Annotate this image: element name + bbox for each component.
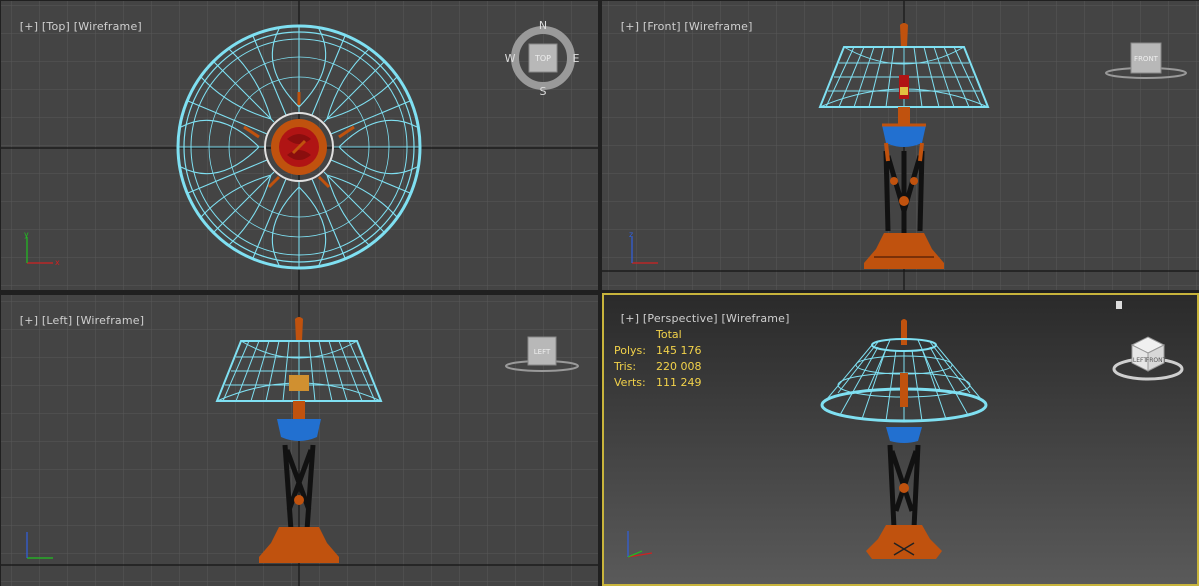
axis-label-y: y	[24, 230, 29, 239]
compass-s: S	[540, 85, 547, 98]
viewport-label-left: [+] [Left] [Wireframe]	[5, 301, 144, 340]
viewport-view-menu[interactable]: [Top]	[42, 20, 70, 33]
viewport-shading-menu[interactable]: [Wireframe]	[684, 20, 752, 33]
viewport-shading-menu[interactable]: [Wireframe]	[74, 20, 142, 33]
viewport-plus-menu[interactable]: [+]	[20, 20, 38, 33]
compass-n: N	[539, 19, 547, 32]
stats-tris-value: 220 008	[656, 360, 702, 373]
stats-verts-value: 111 249	[656, 376, 702, 389]
viewport-front[interactable]: z FRONT [+] [Front] [Wireframe]	[602, 1, 1199, 290]
viewport-label-top: [+] [Top] [Wireframe]	[5, 7, 142, 46]
compass-e: E	[573, 52, 580, 65]
viewport-shading-menu[interactable]: [Wireframe]	[722, 312, 790, 325]
viewport-top[interactable]: x y TOP N S E W [+] [Top] [Wireframe]	[1, 1, 598, 290]
viewport-label-front: [+] [Front] [Wireframe]	[606, 7, 753, 46]
viewport-plus-menu[interactable]: [+]	[621, 20, 639, 33]
viewport-view-menu[interactable]: [Front]	[643, 20, 681, 33]
viewport-perspective[interactable]: LEFT FRONT [+] [Perspective] [Wireframe]…	[602, 293, 1199, 586]
viewport-plus-menu[interactable]: [+]	[20, 314, 38, 327]
viewcube-front-face: FRONT	[1134, 55, 1159, 63]
stats-tris-label: Tris:	[614, 360, 637, 373]
compass-w: W	[505, 52, 516, 65]
viewport-view-menu[interactable]: [Perspective]	[643, 312, 718, 325]
stats-header: Total	[656, 328, 682, 341]
viewcube-persp-front-face: FRONT	[1146, 357, 1167, 364]
viewport-view-menu[interactable]: [Left]	[42, 314, 72, 327]
lamp-top-wireframe[interactable]	[176, 24, 422, 270]
viewport-shading-menu[interactable]: [Wireframe]	[76, 314, 144, 327]
stats-verts-label: Verts:	[614, 376, 646, 389]
axis-label-z: z	[629, 230, 633, 239]
home-icon	[1116, 301, 1122, 309]
stats-polys-label: Polys:	[614, 344, 646, 357]
axis-label-x: x	[55, 258, 60, 267]
viewport-plus-menu[interactable]: [+]	[621, 312, 639, 325]
viewport-left[interactable]: LEFT [+] [Left] [Wireframe]	[1, 295, 598, 586]
viewcube-left-face: LEFT	[534, 348, 551, 356]
stats-polys-value: 145 176	[656, 344, 702, 357]
viewcube-top-face: TOP	[534, 54, 551, 63]
statistics-overlay: Total Polys: 145 176 Tris: 220 008 Verts: 1…	[614, 327, 726, 391]
